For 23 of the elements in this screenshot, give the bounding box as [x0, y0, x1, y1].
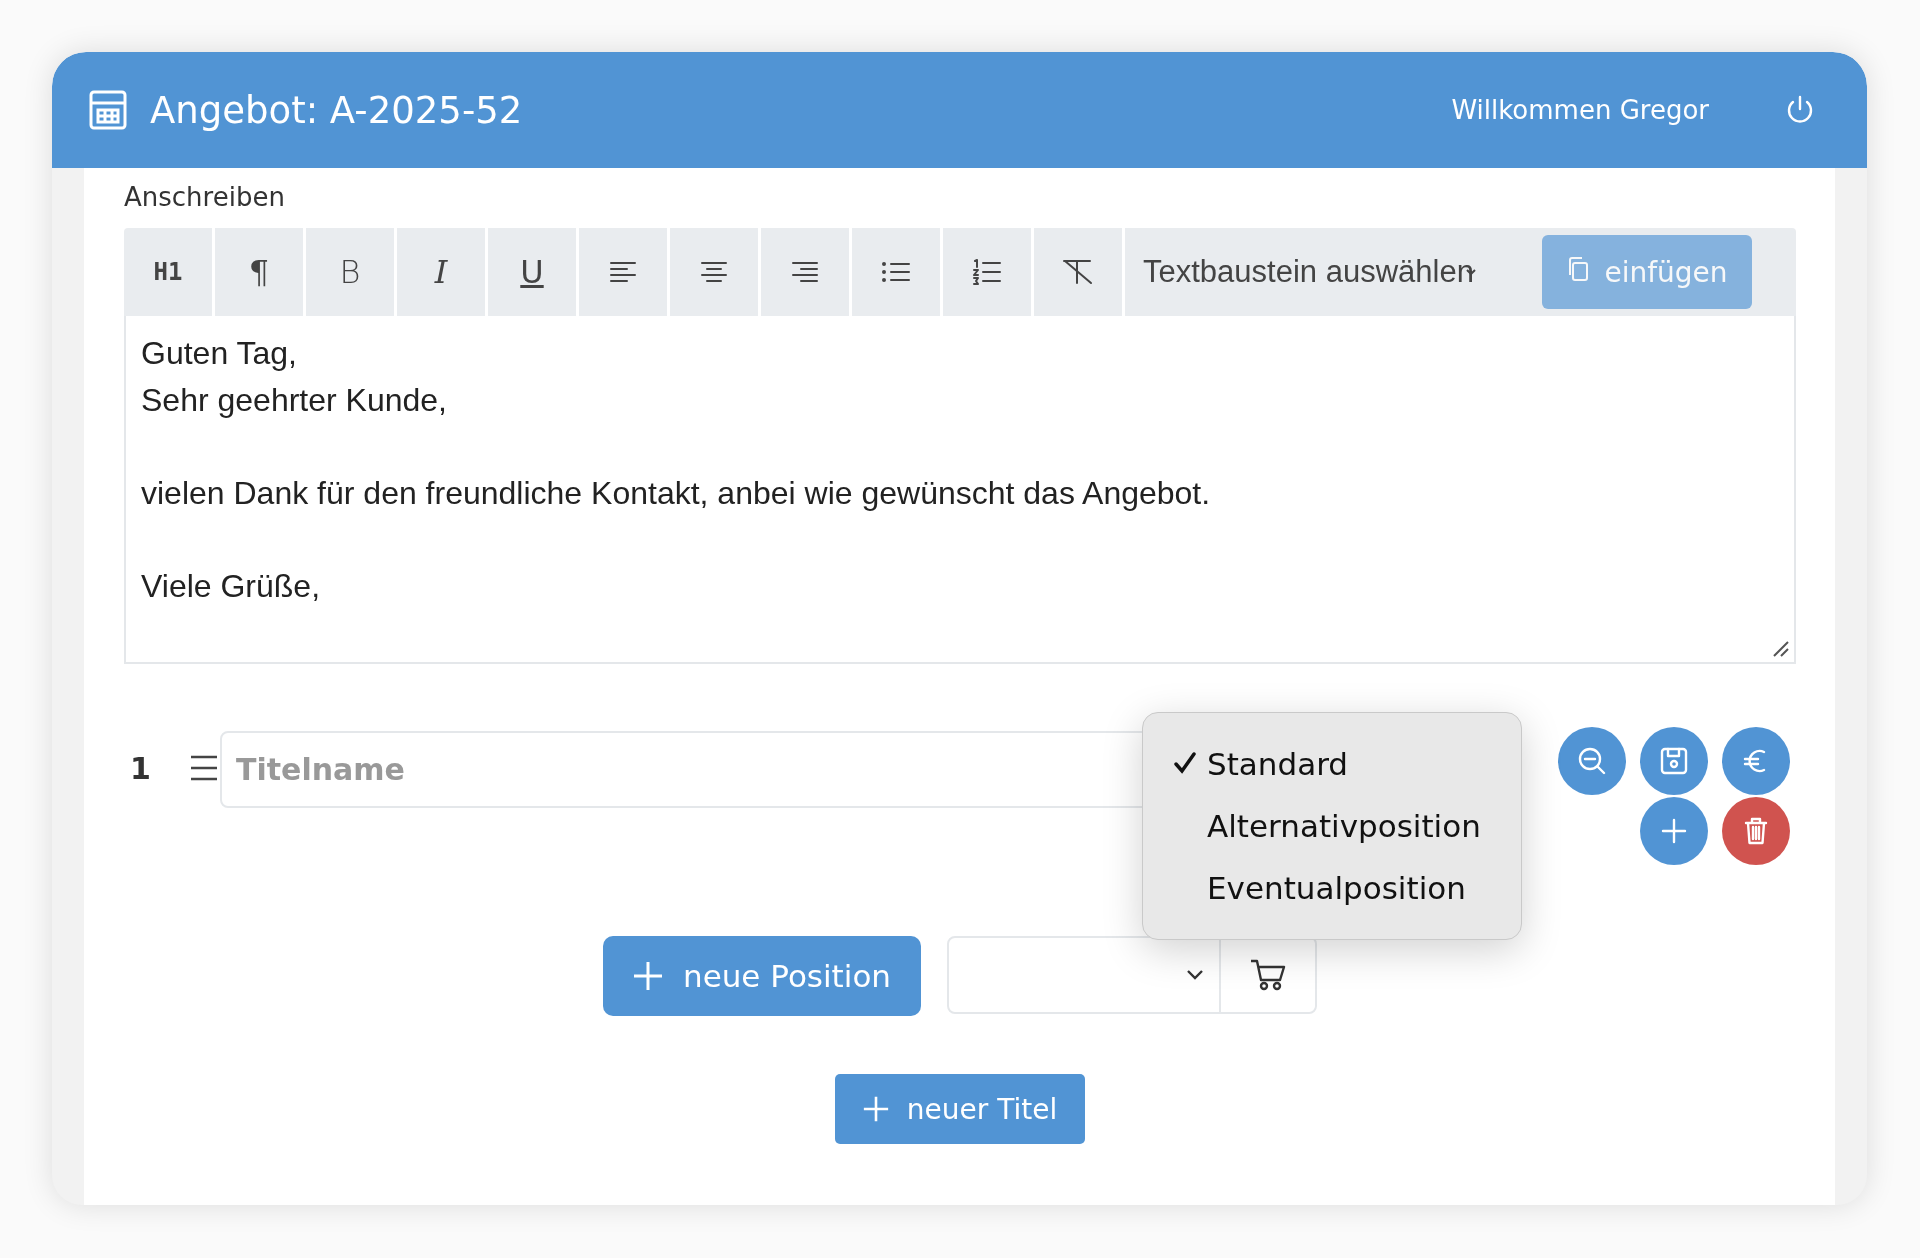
section-label: Anschreiben: [124, 182, 286, 214]
menu-item[interactable]: Eventualposition: [1143, 857, 1521, 919]
calculator-icon: [88, 89, 128, 131]
letter-text-line: Guten Tag,: [141, 335, 297, 371]
position-number: 1: [129, 751, 152, 786]
letter-text-line: Sehr geehrter Kunde,: [141, 381, 447, 418]
page-title: Angebot: A-2025-52: [150, 88, 524, 132]
align-center-icon: [699, 260, 729, 284]
align-right-icon: [790, 260, 820, 284]
welcome-text: Willkommen Gregor: [1451, 95, 1709, 125]
numbered-list-icon: [972, 259, 1002, 285]
align-left-icon: [608, 260, 638, 284]
letter-text-line: Viele Grüße,: [141, 567, 321, 604]
drag-handle-icon[interactable]: [190, 753, 218, 783]
plus-icon: [862, 1096, 889, 1122]
chevron-down-icon: [1185, 969, 1205, 981]
plus-icon: [633, 961, 663, 991]
template-select[interactable]: Textbaustein auswählen: [1143, 254, 1474, 290]
power-icon[interactable]: [1785, 94, 1815, 126]
bullet-list-icon: [881, 260, 911, 284]
letter-text-line: vielen Dank für den freundliche Kontakt, anbei wie gewünscht das Angebot.: [141, 474, 1211, 511]
clear-format-icon: [1061, 258, 1095, 286]
cart-icon: [1250, 958, 1286, 992]
